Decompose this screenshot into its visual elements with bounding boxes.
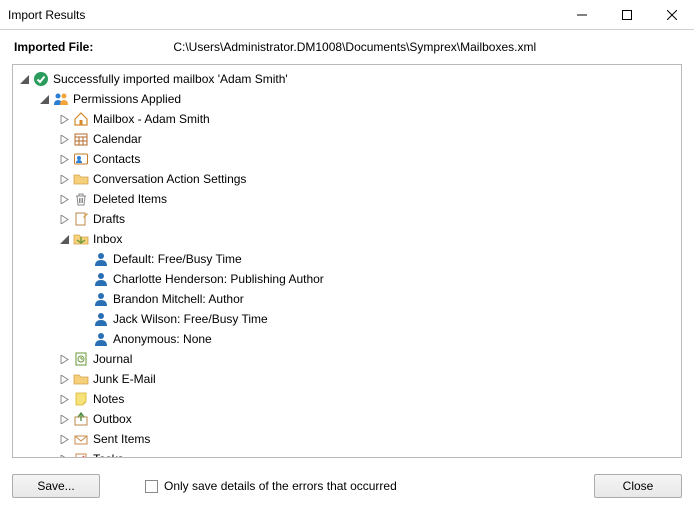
collapse-toggle-icon[interactable] bbox=[57, 452, 71, 458]
tree-folder-conv[interactable]: Conversation Action Settings bbox=[13, 169, 681, 189]
collapse-toggle-icon[interactable] bbox=[57, 412, 71, 426]
trash-icon bbox=[73, 191, 89, 207]
tree-permission-entry[interactable]: Brandon Mitchell: Author bbox=[13, 289, 681, 309]
permission-label: Default: Free/Busy Time bbox=[111, 252, 242, 266]
folder-icon bbox=[73, 171, 89, 187]
close-window-button[interactable] bbox=[649, 0, 694, 29]
tree-folder-notes[interactable]: Notes bbox=[13, 389, 681, 409]
tree-folder-label: Junk E-Mail bbox=[91, 372, 156, 386]
tree-folder-label: Journal bbox=[91, 352, 132, 366]
tree-folder-calendar[interactable]: Calendar bbox=[13, 129, 681, 149]
tree-folder-label: Mailbox - Adam Smith bbox=[91, 112, 210, 126]
collapse-toggle-icon[interactable] bbox=[57, 212, 71, 226]
tree-folder-drafts[interactable]: Drafts bbox=[13, 209, 681, 229]
tree-folder-label: Sent Items bbox=[91, 432, 150, 446]
permission-label: Charlotte Henderson: Publishing Author bbox=[111, 272, 324, 286]
expand-toggle-icon[interactable] bbox=[17, 72, 31, 86]
person-icon bbox=[93, 311, 109, 327]
imported-file-label: Imported File: bbox=[14, 40, 93, 54]
titlebar: Import Results bbox=[0, 0, 694, 30]
save-button[interactable]: Save... bbox=[12, 474, 100, 498]
person-icon bbox=[93, 291, 109, 307]
tree-folder-contacts[interactable]: Contacts bbox=[13, 149, 681, 169]
journal-icon bbox=[73, 351, 89, 367]
sent-icon bbox=[73, 431, 89, 447]
tree-folder-junk[interactable]: Junk E-Mail bbox=[13, 369, 681, 389]
collapse-toggle-icon[interactable] bbox=[57, 152, 71, 166]
collapse-toggle-icon[interactable] bbox=[57, 192, 71, 206]
success-check-icon bbox=[33, 71, 49, 87]
window-title: Import Results bbox=[0, 8, 559, 22]
expand-toggle-icon[interactable] bbox=[37, 92, 51, 106]
expand-toggle-icon[interactable] bbox=[57, 232, 71, 246]
collapse-toggle-icon[interactable] bbox=[57, 132, 71, 146]
tasks-icon bbox=[73, 451, 89, 458]
users-icon bbox=[53, 91, 69, 107]
tree-folder-label: Inbox bbox=[91, 232, 122, 246]
tree-folder-inbox[interactable]: Inbox bbox=[13, 229, 681, 249]
tree-folder-label: Calendar bbox=[91, 132, 142, 146]
tree-permissions[interactable]: Permissions Applied bbox=[13, 89, 681, 109]
tree-permission-entry[interactable]: Anonymous: None bbox=[13, 329, 681, 349]
imported-file-row: Imported File: C:\Users\Administrator.DM… bbox=[0, 30, 694, 60]
tree-folder-deleted[interactable]: Deleted Items bbox=[13, 189, 681, 209]
results-tree[interactable]: Successfully imported mailbox 'Adam Smit… bbox=[12, 64, 682, 458]
maximize-button[interactable] bbox=[604, 0, 649, 29]
permission-label: Brandon Mitchell: Author bbox=[111, 292, 244, 306]
tree-root-label: Successfully imported mailbox 'Adam Smit… bbox=[51, 72, 288, 86]
home-icon bbox=[73, 111, 89, 127]
tree-root[interactable]: Successfully imported mailbox 'Adam Smit… bbox=[13, 69, 681, 89]
person-icon bbox=[93, 271, 109, 287]
collapse-toggle-icon[interactable] bbox=[57, 432, 71, 446]
tree-permission-entry[interactable]: Charlotte Henderson: Publishing Author bbox=[13, 269, 681, 289]
errors-only-checkbox-label: Only save details of the errors that occ… bbox=[164, 479, 397, 493]
collapse-toggle-icon[interactable] bbox=[57, 372, 71, 386]
tree-folder-label: Deleted Items bbox=[91, 192, 167, 206]
collapse-toggle-icon[interactable] bbox=[57, 172, 71, 186]
bottom-bar: Save... Only save details of the errors … bbox=[0, 466, 694, 505]
checkbox-box-icon[interactable] bbox=[145, 480, 158, 493]
person-icon bbox=[93, 331, 109, 347]
tree-folder-label: Contacts bbox=[91, 152, 140, 166]
folder-icon bbox=[73, 371, 89, 387]
outbox-icon bbox=[73, 411, 89, 427]
tree-permission-entry[interactable]: Jack Wilson: Free/Busy Time bbox=[13, 309, 681, 329]
notes-icon bbox=[73, 391, 89, 407]
errors-only-checkbox[interactable]: Only save details of the errors that occ… bbox=[145, 479, 574, 493]
tree-folder-journal[interactable]: Journal bbox=[13, 349, 681, 369]
tree-permissions-label: Permissions Applied bbox=[71, 92, 181, 106]
tree-permission-entry[interactable]: Default: Free/Busy Time bbox=[13, 249, 681, 269]
permission-label: Anonymous: None bbox=[111, 332, 212, 346]
tree-folder-outbox[interactable]: Outbox bbox=[13, 409, 681, 429]
permission-label: Jack Wilson: Free/Busy Time bbox=[111, 312, 268, 326]
tree-folder-label: Drafts bbox=[91, 212, 125, 226]
collapse-toggle-icon[interactable] bbox=[57, 112, 71, 126]
collapse-toggle-icon[interactable] bbox=[57, 392, 71, 406]
inbox-icon bbox=[73, 231, 89, 247]
imported-file-path: C:\Users\Administrator.DM1008\Documents\… bbox=[173, 40, 536, 54]
calendar-icon bbox=[73, 131, 89, 147]
tree-folder-tasks[interactable]: Tasks bbox=[13, 449, 681, 458]
contacts-icon bbox=[73, 151, 89, 167]
tree-folder-sent[interactable]: Sent Items bbox=[13, 429, 681, 449]
tree-folder-label: Notes bbox=[91, 392, 124, 406]
window-controls bbox=[559, 0, 694, 29]
tree-folder-mailbox[interactable]: Mailbox - Adam Smith bbox=[13, 109, 681, 129]
minimize-button[interactable] bbox=[559, 0, 604, 29]
collapse-toggle-icon[interactable] bbox=[57, 352, 71, 366]
tree-folder-label: Tasks bbox=[91, 452, 124, 458]
close-button[interactable]: Close bbox=[594, 474, 682, 498]
person-icon bbox=[93, 251, 109, 267]
tree-folder-label: Conversation Action Settings bbox=[91, 172, 246, 186]
drafts-icon bbox=[73, 211, 89, 227]
tree-folder-label: Outbox bbox=[91, 412, 132, 426]
